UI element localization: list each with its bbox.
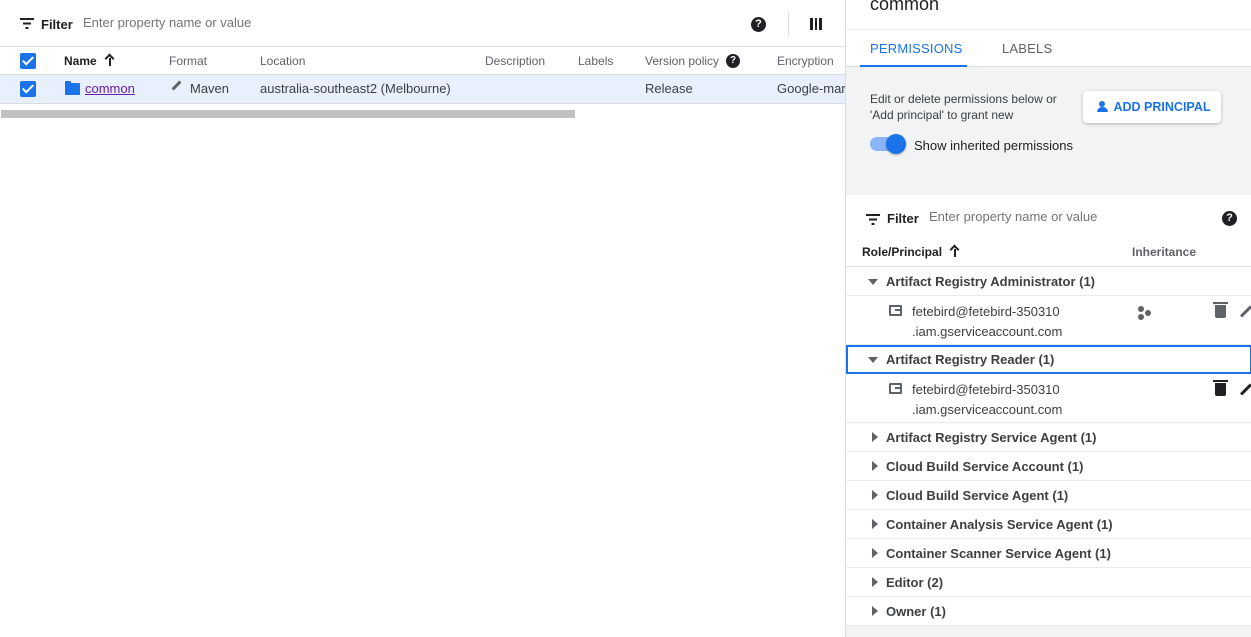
- edit-icon[interactable]: [1239, 383, 1251, 396]
- principal-row: fetebird@fetebird-350310 .iam.gserviceacc…: [846, 296, 1251, 345]
- filter-input[interactable]: [83, 15, 483, 30]
- edit-icon[interactable]: [1239, 305, 1251, 318]
- principal-email: fetebird@fetebird-350310 .iam.gserviceacc…: [912, 382, 1063, 417]
- repository-location: australia-southeast2 (Melbourne): [260, 81, 451, 96]
- role-group-row[interactable]: Editor (2): [846, 568, 1251, 597]
- column-header-location[interactable]: Location: [260, 54, 305, 68]
- column-header-version-policy[interactable]: Version policy: [645, 54, 719, 68]
- filter-icon[interactable]: [20, 18, 34, 29]
- inherited-icon: [1138, 306, 1152, 320]
- expand-icon[interactable]: [872, 606, 878, 616]
- service-account-icon: [889, 305, 902, 316]
- delete-icon[interactable]: [1213, 302, 1228, 318]
- role-group-label: Artifact Registry Reader (1): [886, 352, 1055, 367]
- role-group-label: Artifact Registry Service Agent (1): [886, 430, 1097, 445]
- expand-icon[interactable]: [872, 577, 878, 587]
- repository-name-link[interactable]: common: [85, 81, 135, 96]
- role-group-label: Artifact Registry Administrator (1): [886, 274, 1095, 289]
- select-all-checkbox[interactable]: [20, 53, 36, 69]
- help-icon[interactable]: ?: [751, 17, 766, 32]
- delete-icon[interactable]: [1213, 380, 1228, 396]
- role-group-row[interactable]: Owner (1): [846, 597, 1251, 626]
- sort-ascending-icon: [105, 55, 115, 66]
- permissions-header: Edit or delete permissions below or 'Add…: [846, 67, 1251, 195]
- sort-ascending-icon: [950, 246, 960, 257]
- role-group-label: Editor (2): [886, 575, 944, 590]
- column-header-description[interactable]: Description: [485, 54, 545, 68]
- column-header-inheritance[interactable]: Inheritance: [1132, 245, 1196, 259]
- maven-format-icon: [171, 80, 182, 91]
- column-display-options-icon[interactable]: [810, 18, 823, 30]
- permissions-table-header: Role/Principal Inheritance: [846, 238, 1251, 267]
- column-header-encryption[interactable]: Encryption: [777, 54, 834, 68]
- permissions-filter-bar: Filter ?: [846, 203, 1251, 235]
- service-account-icon: [889, 383, 902, 394]
- collapse-icon[interactable]: [868, 357, 878, 363]
- expand-icon[interactable]: [872, 432, 878, 442]
- filter-bar: Filter ?: [0, 0, 845, 46]
- collapse-icon[interactable]: [868, 279, 878, 285]
- expand-icon[interactable]: [872, 461, 878, 471]
- role-group-label: Container Analysis Service Agent (1): [886, 517, 1113, 532]
- horizontal-scrollbar[interactable]: [1, 110, 575, 118]
- filter-label: Filter: [41, 17, 73, 32]
- role-group-label: Cloud Build Service Agent (1): [886, 488, 1069, 503]
- principal-row: fetebird@fetebird-350310 .iam.gserviceacc…: [846, 374, 1251, 423]
- role-group-label: Container Scanner Service Agent (1): [886, 546, 1111, 561]
- add-person-icon: [1094, 101, 1110, 113]
- repository-version-policy: Release: [645, 81, 693, 96]
- folder-icon: [65, 81, 80, 95]
- role-group-row[interactable]: Artifact Registry Reader (1): [846, 345, 1251, 374]
- tab-labels[interactable]: LABELS: [1002, 41, 1052, 56]
- tab-permissions[interactable]: PERMISSIONS: [870, 41, 963, 56]
- role-group-label: Cloud Build Service Account (1): [886, 459, 1084, 474]
- role-group-row[interactable]: Container Scanner Service Agent (1): [846, 539, 1251, 568]
- permissions-filter-input[interactable]: [929, 209, 1189, 224]
- repository-format: Maven: [190, 81, 230, 96]
- column-header-role-principal[interactable]: Role/Principal: [862, 245, 960, 259]
- column-header-name[interactable]: Name: [64, 54, 115, 68]
- column-header-labels[interactable]: Labels: [578, 54, 613, 68]
- expand-icon[interactable]: [872, 548, 878, 558]
- role-group-row[interactable]: Container Analysis Service Agent (1): [846, 510, 1251, 539]
- table-row[interactable]: common Maven australia-southeast2 (Melbo…: [0, 75, 845, 104]
- filter-icon[interactable]: [866, 214, 880, 225]
- expand-icon[interactable]: [872, 490, 878, 500]
- role-group-row[interactable]: Cloud Build Service Account (1): [846, 452, 1251, 481]
- expand-icon[interactable]: [872, 519, 878, 529]
- filter-label: Filter: [887, 211, 919, 226]
- show-inherited-toggle[interactable]: [870, 134, 906, 154]
- version-policy-help-icon[interactable]: ?: [726, 54, 740, 68]
- principal-email: fetebird@fetebird-350310 .iam.gserviceacc…: [912, 304, 1063, 339]
- panel-footer: [846, 626, 1251, 637]
- repository-list-pane: Filter ? Name Format Location Descriptio…: [0, 0, 845, 637]
- role-group-row[interactable]: Cloud Build Service Agent (1): [846, 481, 1251, 510]
- add-principal-label: ADD PRINCIPAL: [1113, 100, 1211, 114]
- add-principal-button[interactable]: ADD PRINCIPAL: [1083, 91, 1221, 123]
- column-header-format[interactable]: Format: [169, 54, 207, 68]
- panel-tabs: PERMISSIONS LABELS: [846, 29, 1251, 67]
- table-header: Name Format Location Description Labels …: [0, 46, 845, 75]
- role-group-label: Owner (1): [886, 604, 946, 619]
- row-checkbox[interactable]: [20, 81, 36, 97]
- panel-title: common: [870, 0, 940, 14]
- repository-encryption: Google-mar: [777, 81, 845, 96]
- role-group-row[interactable]: Artifact Registry Administrator (1): [846, 267, 1251, 296]
- role-group-row[interactable]: Artifact Registry Service Agent (1): [846, 423, 1251, 452]
- show-inherited-label: Show inherited permissions: [914, 138, 1073, 153]
- help-icon[interactable]: ?: [1222, 211, 1237, 226]
- info-panel: common PERMISSIONS LABELS Edit or delete…: [845, 0, 1251, 637]
- toolbar-divider: [788, 12, 789, 36]
- permissions-description: Edit or delete permissions below or 'Add…: [870, 92, 1057, 122]
